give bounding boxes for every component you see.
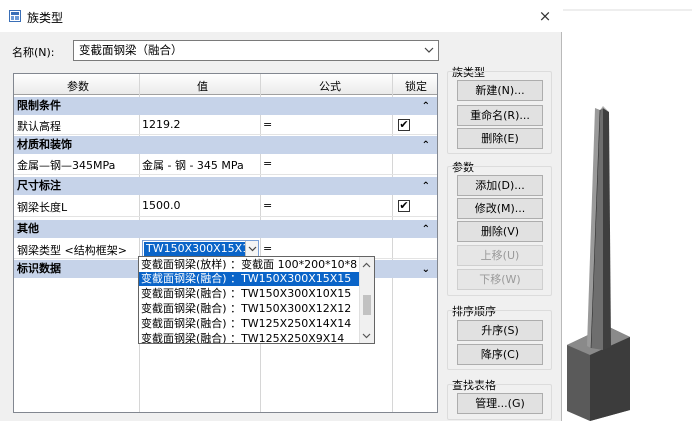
- lock-checkbox[interactable]: ✔: [398, 200, 410, 212]
- row-metal-formula[interactable]: =: [263, 157, 272, 170]
- row-beam-type-formula[interactable]: =: [263, 242, 272, 255]
- parameter-grid: 参数 值 公式 锁定 限制条件 ⌃ 默认高程 1219.2 = ✔ 材质和装饰 ⌃ …: [13, 73, 438, 413]
- scroll-down-icon[interactable]: [362, 331, 371, 340]
- dropdown-item[interactable]: 变截面钢梁(融合) ：TW125X250X9X14: [139, 332, 361, 343]
- scroll-up-icon[interactable]: [362, 261, 371, 270]
- dropdown-scrollbar[interactable]: [359, 257, 374, 343]
- dropdown-item[interactable]: 变截面钢梁(融合) ：TW150X300X12X12: [139, 302, 361, 316]
- row-divider: [14, 134, 437, 135]
- delete-parameter-button[interactable]: 删除(V): [457, 221, 543, 242]
- collapse-icon: ⌃: [421, 101, 430, 112]
- rename-type-button[interactable]: 重命名(R)...: [457, 105, 543, 126]
- steel-column-3d-view: [563, 0, 692, 421]
- row-default-elevation-name: 默认高程: [17, 120, 61, 133]
- row-default-elevation-formula[interactable]: =: [263, 118, 272, 131]
- dropdown-item[interactable]: 变截面钢梁(放样) ：变截面 100*200*10*8: [139, 258, 361, 272]
- window-title: 族类型: [27, 11, 64, 25]
- header-param: 参数: [67, 80, 89, 93]
- beam-type-combo[interactable]: TW150X300X15X15: [142, 240, 259, 257]
- model-preview: [563, 0, 692, 421]
- move-up-button[interactable]: 上移(U): [457, 245, 543, 266]
- name-label: 名称(N):: [12, 46, 55, 59]
- title-bar: 族类型 ×: [0, 0, 562, 32]
- chevron-down-icon: [248, 246, 257, 252]
- combo-arrow[interactable]: [245, 241, 258, 256]
- manage-lookup-button[interactable]: 管理...(G): [457, 393, 543, 414]
- group-constraints[interactable]: 限制条件 ⌃: [14, 97, 437, 115]
- move-down-button[interactable]: 下移(W): [457, 269, 543, 290]
- dropdown-item[interactable]: 变截面钢梁(融合) ：TW125X250X14X14: [139, 317, 361, 331]
- add-parameter-button[interactable]: 添加(D)...: [457, 175, 543, 196]
- expand-icon: ⌄: [421, 264, 430, 275]
- header-formula: 公式: [319, 80, 341, 93]
- name-value: 变截面钢梁（融合）: [79, 43, 183, 57]
- close-icon: ×: [538, 7, 552, 25]
- row-metal-value[interactable]: 金属 - 钢 - 345 MPa: [142, 157, 244, 173]
- beam-type-dropdown[interactable]: 变截面钢梁(放样) ：变截面 100*200*10*8 变截面钢梁(融合) ：T…: [138, 256, 375, 344]
- row-beam-type-name: 钢梁类型 <结构框架>: [17, 244, 127, 257]
- group-dimensions[interactable]: 尺寸标注 ⌃: [14, 177, 437, 195]
- beam-type-selected: TW150X300X15X15: [144, 242, 259, 256]
- chevron-down-icon: [424, 47, 434, 53]
- row-divider: [14, 174, 437, 175]
- row-beam-length-name: 钢梁长度L: [17, 201, 68, 214]
- group-other[interactable]: 其他 ⌃: [14, 220, 437, 238]
- collapse-icon: ⌃: [421, 140, 430, 151]
- row-beam-length-formula[interactable]: =: [263, 199, 272, 212]
- name-select[interactable]: 变截面钢梁（融合）: [73, 40, 439, 61]
- column-divider: [139, 74, 140, 412]
- column-divider: [260, 74, 261, 412]
- delete-type-button[interactable]: 删除(E): [457, 128, 543, 149]
- lock-checkbox[interactable]: ✔: [398, 119, 410, 131]
- dropdown-item-selected[interactable]: 变截面钢梁(融合) ：TW150X300X15X15: [139, 272, 361, 286]
- family-icon: [9, 10, 21, 22]
- collapse-icon: ⌃: [421, 224, 430, 235]
- sort-ascending-button[interactable]: 升序(S): [457, 320, 543, 341]
- group-materials[interactable]: 材质和装饰 ⌃: [14, 136, 437, 154]
- scrollbar-thumb[interactable]: [363, 295, 371, 315]
- row-default-elevation-value[interactable]: 1219.2: [142, 118, 181, 131]
- dropdown-item[interactable]: 变截面钢梁(融合) ：TW150X300X10X15: [139, 287, 361, 301]
- column-divider: [392, 74, 393, 412]
- sort-descending-button[interactable]: 降序(C): [457, 344, 543, 365]
- row-divider: [14, 216, 437, 217]
- modify-parameter-button[interactable]: 修改(M)...: [457, 198, 543, 219]
- grid-header: 参数 值 公式 锁定: [14, 74, 437, 95]
- row-metal-name: 金属—钢—345MPa: [17, 159, 116, 172]
- collapse-icon: ⌃: [421, 181, 430, 192]
- close-button[interactable]: ×: [528, 0, 562, 32]
- header-value: 值: [197, 80, 208, 93]
- header-lock: 锁定: [405, 80, 427, 93]
- family-types-dialog: 族类型 × 名称(N): 变截面钢梁（融合） 参数 值 公式 锁定 限制条件 ⌃ …: [0, 0, 562, 421]
- row-beam-length-value[interactable]: 1500.0: [142, 199, 181, 212]
- new-type-button[interactable]: 新建(N)...: [457, 80, 543, 101]
